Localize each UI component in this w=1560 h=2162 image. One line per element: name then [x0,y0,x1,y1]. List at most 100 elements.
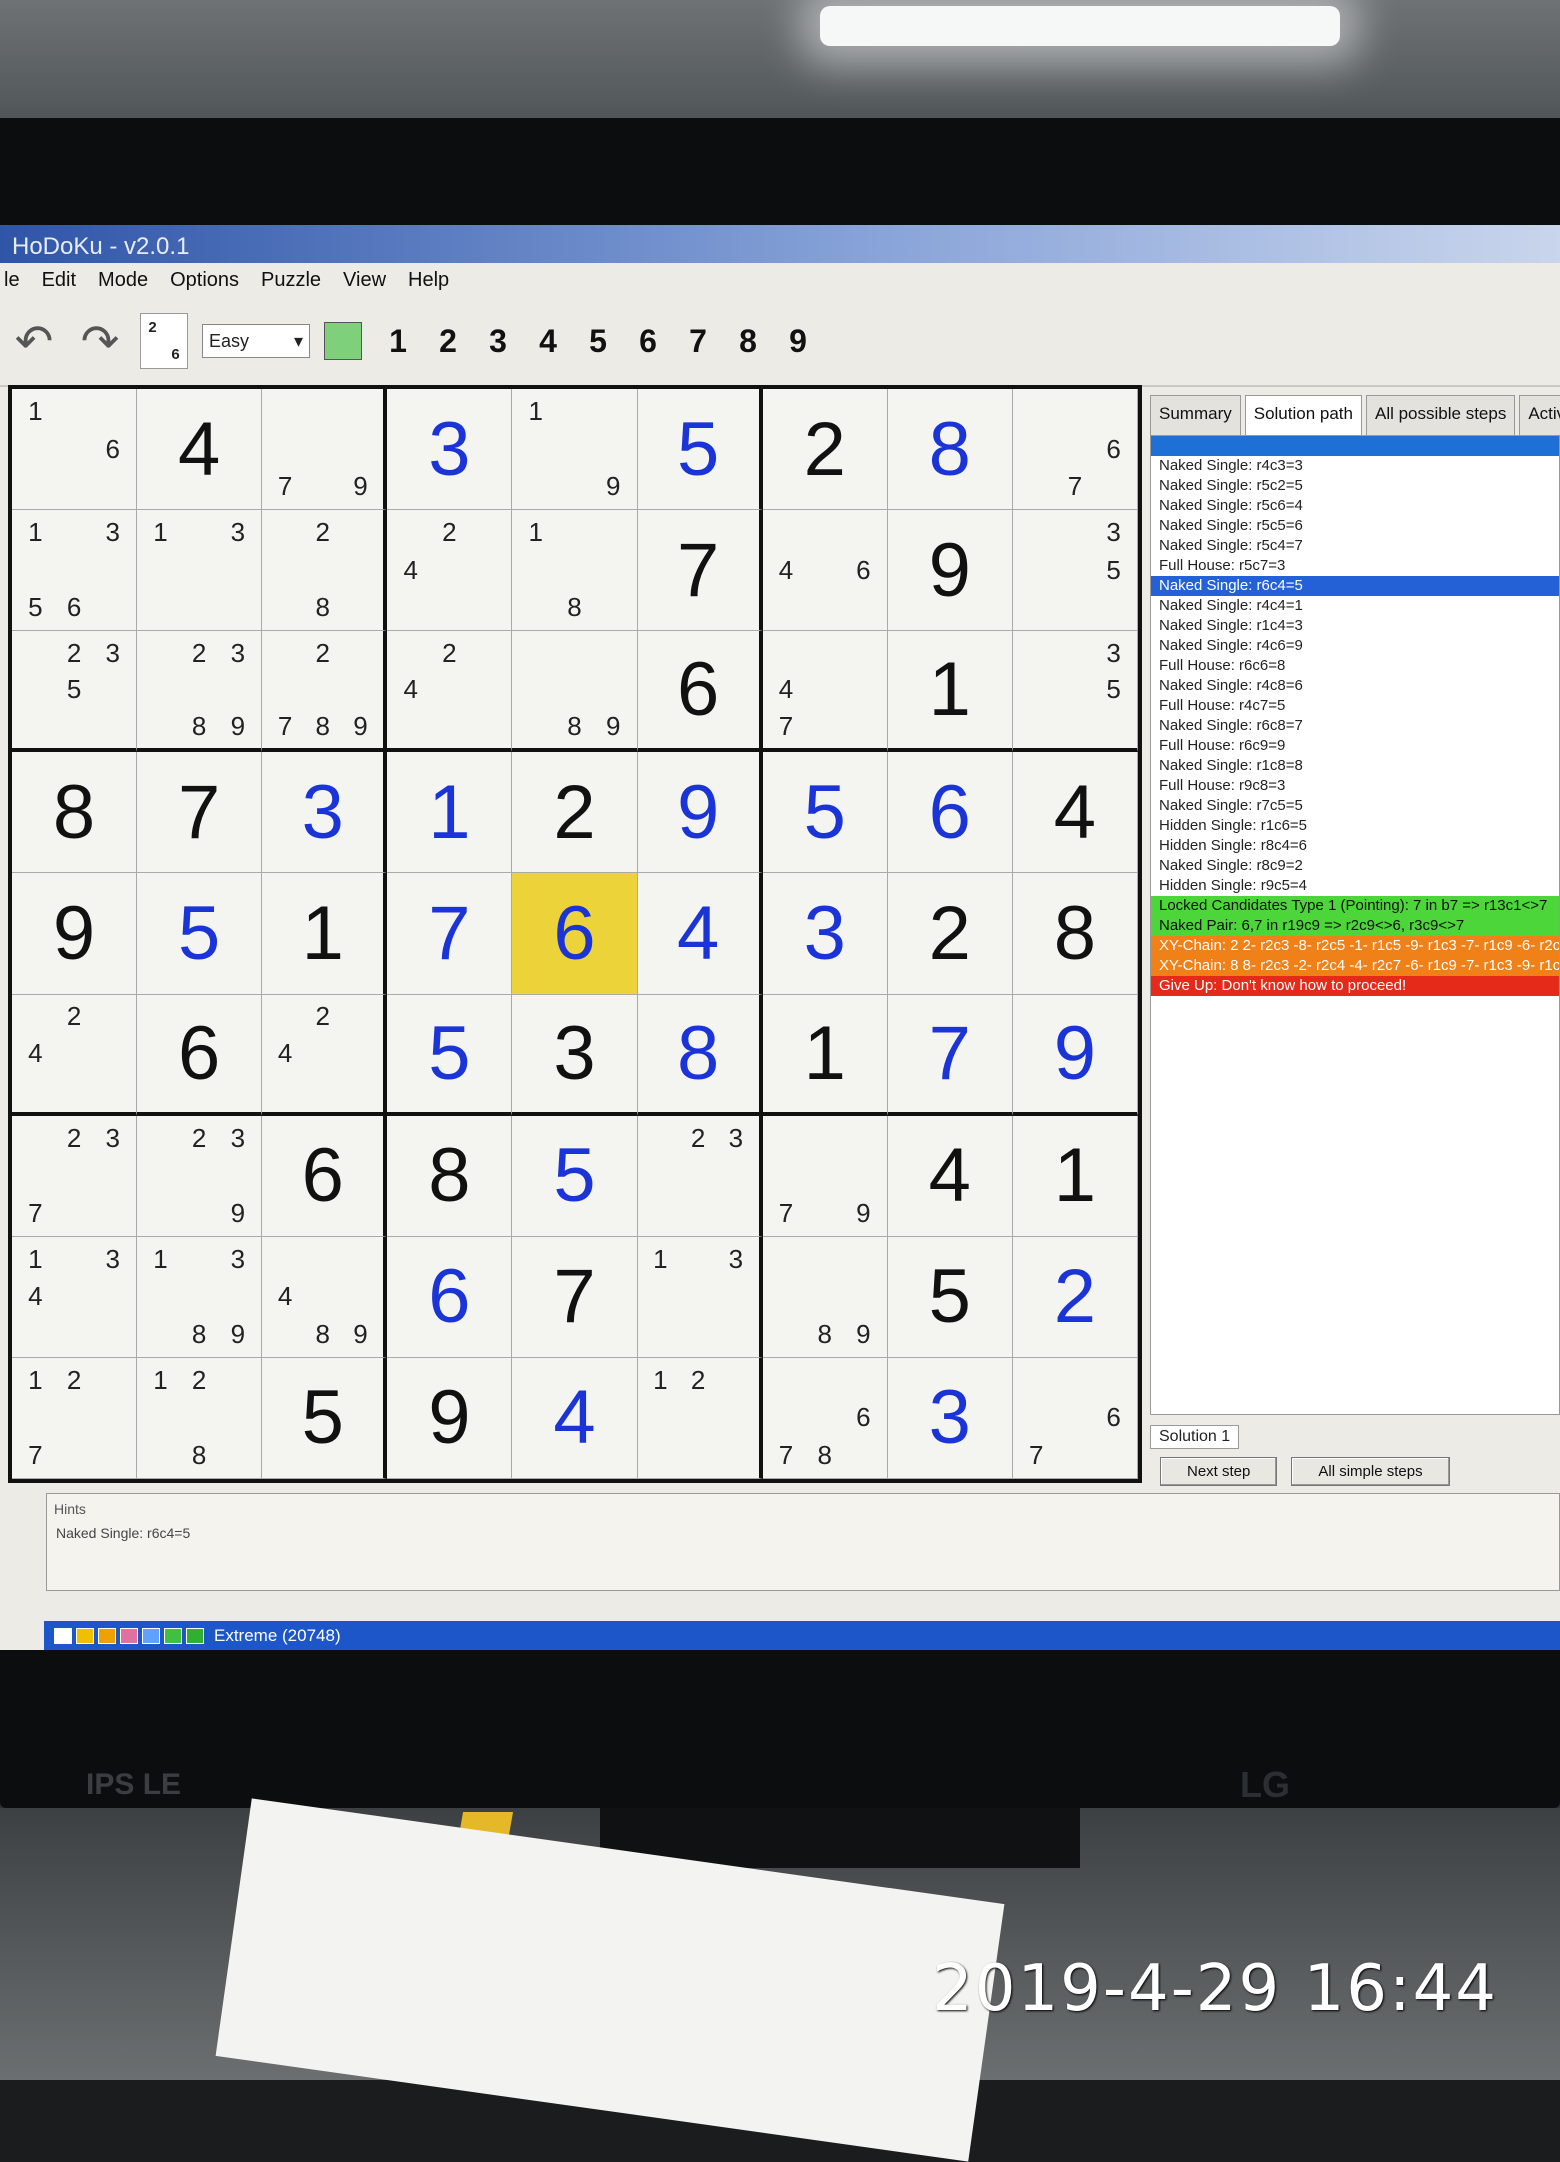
cell-r3c1[interactable]: 235 [12,631,138,753]
cell-r8c3[interactable]: 489 [262,1236,388,1358]
cell-r2c3[interactable]: 28 [262,510,388,632]
cell-r5c8[interactable]: 2 [887,873,1013,995]
step-item[interactable]: Naked Single: r4c6=9 [1151,636,1559,656]
cell-r4c8[interactable]: 6 [887,752,1013,874]
step-item[interactable]: Naked Single: r6c8=7 [1151,716,1559,736]
all-simple-steps-button[interactable]: All simple steps [1291,1457,1450,1486]
step-item[interactable]: XY-Chain: 2 2- r2c3 -8- r2c5 -1- r1c5 -9… [1151,936,1559,956]
cell-r4c6[interactable]: 9 [637,752,763,874]
step-item[interactable]: Naked Single: r4c8=6 [1151,676,1559,696]
cell-r2c2[interactable]: 13 [137,510,263,632]
digit-filter-4[interactable]: 4 [526,323,570,360]
step-item[interactable]: Naked Single: r7c5=5 [1151,796,1559,816]
cell-r7c3[interactable]: 6 [262,1115,388,1237]
cell-r7c4[interactable]: 8 [387,1115,513,1237]
color-swatch[interactable] [142,1627,160,1644]
menu-item-puzzle[interactable]: Puzzle [261,269,321,291]
cell-r2c8[interactable]: 9 [887,510,1013,632]
cell-r3c4[interactable]: 24 [387,631,513,753]
cell-r9c5[interactable]: 4 [512,1357,638,1479]
filter-color-button[interactable] [324,322,362,360]
cell-r6c3[interactable]: 24 [262,994,388,1116]
cell-r9c9[interactable]: 67 [1012,1357,1138,1479]
menu-item-options[interactable]: Options [170,269,239,291]
cell-r1c6[interactable]: 5 [637,389,763,511]
step-item[interactable]: Full House: r6c6=8 [1151,656,1559,676]
digit-filter-9[interactable]: 9 [776,323,820,360]
step-item[interactable]: Naked Single: r5c4=7 [1151,536,1559,556]
cell-r1c7[interactable]: 2 [762,389,888,511]
cell-r3c8[interactable]: 1 [887,631,1013,753]
step-item[interactable]: Naked Single: r5c5=6 [1151,516,1559,536]
step-item[interactable]: Full House: r4c7=5 [1151,696,1559,716]
tab-active-cel[interactable]: Active Cel [1519,395,1560,435]
cell-r6c1[interactable]: 24 [12,994,138,1116]
cell-r8c1[interactable]: 1 3 4 [12,1236,138,1358]
redo-arrow-icon[interactable]: ↷ [74,314,126,368]
cell-r6c4[interactable]: 5 [387,994,513,1116]
tab-all-possible-steps[interactable]: All possible steps [1365,395,1516,435]
step-item[interactable]: Naked Single: r5c6=4 [1151,496,1559,516]
cell-r5c5[interactable]: 6 [512,873,638,995]
solution-label[interactable]: Solution 1 [1150,1425,1240,1449]
digit-filter-2[interactable]: 2 [426,323,470,360]
step-item[interactable]: Naked Single: r4c4=1 [1151,596,1559,616]
menu-item-help[interactable]: Help [408,269,449,291]
cell-r4c3[interactable]: 3 [262,752,388,874]
cell-r3c9[interactable]: 35 [1012,631,1138,753]
cell-r6c2[interactable]: 6 [137,994,263,1116]
cell-r6c9[interactable]: 9 [1012,994,1138,1116]
step-item[interactable]: XY-Chain: 8 8- r2c3 -2- r2c4 -4- r2c7 -6… [1151,956,1559,976]
cell-r7c9[interactable]: 1 [1012,1115,1138,1237]
cell-r2c7[interactable]: 46 [762,510,888,632]
step-item[interactable]: Hidden Single: r1c6=5 [1151,816,1559,836]
cell-r9c7[interactable]: 6 78 [762,1357,888,1479]
menu-item-mode[interactable]: Mode [98,269,148,291]
cell-r4c2[interactable]: 7 [137,752,263,874]
next-step-button[interactable]: Next step [1160,1457,1278,1486]
cell-r5c2[interactable]: 5 [137,873,263,995]
digit-filter-5[interactable]: 5 [576,323,620,360]
cell-r7c1[interactable]: 23 7 [12,1115,138,1237]
cell-r9c8[interactable]: 3 [887,1357,1013,1479]
cell-r7c6[interactable]: 23 [637,1115,763,1237]
cell-r7c8[interactable]: 4 [887,1115,1013,1237]
color-swatch[interactable] [186,1627,204,1644]
cell-r4c7[interactable]: 5 [762,752,888,874]
step-item[interactable]: Locked Candidates Type 1 (Pointing): 7 i… [1151,896,1559,916]
digit-filter-7[interactable]: 7 [676,323,720,360]
cell-r8c5[interactable]: 7 [512,1236,638,1358]
cell-r7c7[interactable]: 79 [762,1115,888,1237]
step-item[interactable]: Naked Single: r5c2=5 [1151,476,1559,496]
cell-r2c4[interactable]: 24 [387,510,513,632]
cell-r5c9[interactable]: 8 [1012,873,1138,995]
undo-arrow-icon[interactable]: ↶ [8,314,60,368]
cell-r4c1[interactable]: 8 [12,752,138,874]
cell-r1c2[interactable]: 4 [137,389,263,511]
step-item[interactable]: Give Up: Don't know how to proceed! [1151,976,1559,996]
cell-r6c8[interactable]: 7 [887,994,1013,1116]
cell-r1c4[interactable]: 3 [387,389,513,511]
cell-r9c6[interactable]: 12 [637,1357,763,1479]
menu-item-view[interactable]: View [343,269,386,291]
cell-r8c6[interactable]: 13 [637,1236,763,1358]
cell-r5c3[interactable]: 1 [262,873,388,995]
solution-steps-list[interactable]: Naked Single: r4c3=3 Naked Single: r5c2=5… [1150,435,1560,1415]
color-swatch[interactable] [120,1627,138,1644]
cell-r4c9[interactable]: 4 [1012,752,1138,874]
cell-r2c1[interactable]: 1 3 56 [12,510,138,632]
cell-r1c3[interactable]: 79 [262,389,388,511]
step-item[interactable]: Naked Single: r1c4=3 [1151,616,1559,636]
cell-r5c7[interactable]: 3 [762,873,888,995]
tab-summary[interactable]: Summary [1150,395,1241,435]
step-item[interactable]: Naked Single: r1c8=8 [1151,756,1559,776]
step-item[interactable]: Naked Pair: 6,7 in r19c9 => r2c9<>6, r3c… [1151,916,1559,936]
cell-r2c6[interactable]: 7 [637,510,763,632]
cell-r9c4[interactable]: 9 [387,1357,513,1479]
cell-r8c4[interactable]: 6 [387,1236,513,1358]
cell-r5c6[interactable]: 4 [637,873,763,995]
menu-item-edit[interactable]: Edit [42,269,76,291]
cell-r8c8[interactable]: 5 [887,1236,1013,1358]
cell-r4c5[interactable]: 2 [512,752,638,874]
cell-r5c4[interactable]: 7 [387,873,513,995]
